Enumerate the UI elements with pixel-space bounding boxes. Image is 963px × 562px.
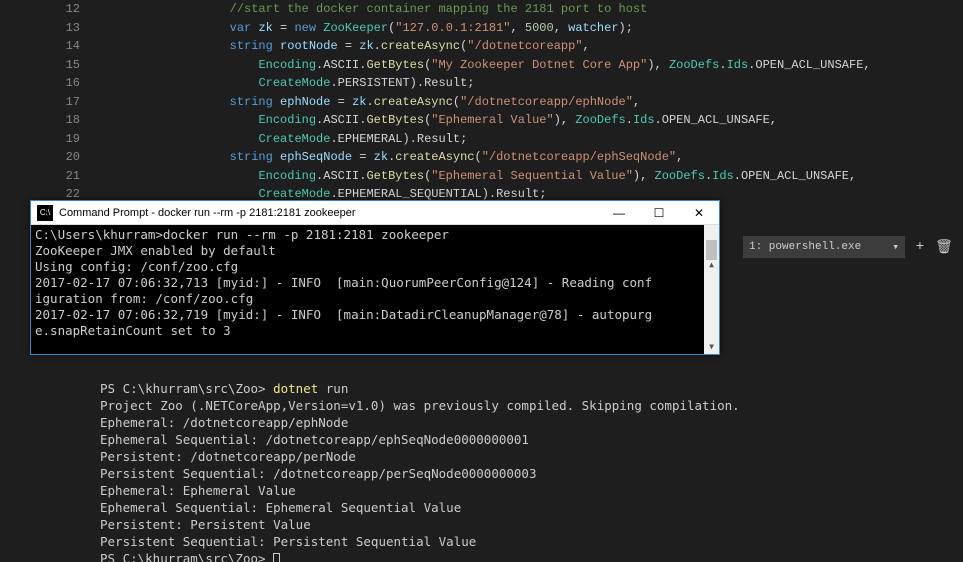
terminal-selector-label: 1: powershell.exe [749, 241, 861, 253]
terminal-line: Persistent Sequential: /dotnetcoreapp/pe… [100, 465, 953, 482]
cmd-output[interactable]: C:\Users\khurram>docker run --rm -p 2181… [31, 225, 719, 354]
terminal-line: Persistent: Persistent Value [100, 516, 953, 533]
terminal-line: Ephemeral Sequential: /dotnetcoreapp/eph… [100, 431, 953, 448]
terminal-line: Ephemeral Sequential: Ephemeral Sequenti… [100, 499, 953, 516]
code-editor[interactable]: 1213141516171819202122 //start the docke… [0, 0, 963, 210]
terminal-line: Persistent Sequential: Persistent Sequen… [100, 533, 953, 550]
code-line[interactable]: CreateMode.PERSISTENT).Result; [100, 74, 963, 93]
cmd-icon: C:\ [37, 205, 53, 221]
line-number: 12 [0, 0, 80, 19]
command-prompt-window[interactable]: C:\ Command Prompt - docker run --rm -p … [30, 200, 720, 355]
code-line[interactable]: //start the docker container mapping the… [100, 0, 963, 19]
code-line[interactable]: Encoding.ASCII.GetBytes("My Zookeeper Do… [100, 56, 963, 75]
line-number: 20 [0, 148, 80, 167]
code-line[interactable]: string rootNode = zk.createAsync("/dotne… [100, 37, 963, 56]
code-line[interactable]: Encoding.ASCII.GetBytes("Ephemeral Seque… [100, 167, 963, 186]
integrated-terminal[interactable]: PS C:\khurram\src\Zoo> dotnet runProject… [100, 380, 953, 562]
terminal-tab-bar: 1: powershell.exe ▾ + 🗑 [743, 236, 953, 258]
line-number: 17 [0, 93, 80, 112]
code-area[interactable]: //start the docker container mapping the… [100, 0, 963, 210]
terminal-line: Persistent: /dotnetcoreapp/perNode [100, 448, 953, 465]
cmd-title: Command Prompt - docker run --rm -p 2181… [59, 207, 599, 219]
code-line[interactable]: CreateMode.EPHEMERAL).Result; [100, 130, 963, 149]
chevron-down-icon: ▾ [892, 240, 899, 254]
new-terminal-button[interactable]: + [911, 236, 929, 258]
terminal-selector[interactable]: 1: powershell.exe ▾ [743, 236, 905, 258]
close-button[interactable]: ✕ [679, 201, 719, 224]
terminal-line: PS C:\khurram\src\Zoo> [100, 550, 953, 562]
line-number: 14 [0, 37, 80, 56]
cmd-text: C:\Users\khurram>docker run --rm -p 2181… [35, 227, 715, 339]
line-number: 16 [0, 74, 80, 93]
minimize-button[interactable]: — [599, 201, 639, 224]
code-line[interactable]: Encoding.ASCII.GetBytes("Ephemeral Value… [100, 111, 963, 130]
line-gutter: 1213141516171819202122 [0, 0, 100, 210]
code-line[interactable]: string ephNode = zk.createAsync("/dotnet… [100, 93, 963, 112]
cmd-scrollbar[interactable]: ▲ ▼ [704, 225, 719, 354]
line-number: 15 [0, 56, 80, 75]
line-number: 21 [0, 167, 80, 186]
line-number: 19 [0, 130, 80, 149]
kill-terminal-button[interactable]: 🗑 [935, 236, 953, 258]
cmd-titlebar[interactable]: C:\ Command Prompt - docker run --rm -p … [31, 201, 719, 225]
line-number: 13 [0, 19, 80, 38]
terminal-cursor [273, 553, 280, 562]
code-line[interactable]: string ephSeqNode = zk.createAsync("/dot… [100, 148, 963, 167]
line-number: 18 [0, 111, 80, 130]
terminal-line: Ephemeral: Ephemeral Value [100, 482, 953, 499]
scroll-thumb[interactable] [706, 240, 717, 260]
terminal-line: PS C:\khurram\src\Zoo> dotnet run [100, 380, 953, 397]
terminal-line: Ephemeral: /dotnetcoreapp/ephNode [100, 414, 953, 431]
code-line[interactable]: var zk = new ZooKeeper("127.0.0.1:2181",… [100, 19, 963, 38]
scroll-down-icon[interactable]: ▼ [704, 339, 719, 354]
terminal-line: Project Zoo (.NETCoreApp,Version=v1.0) w… [100, 397, 953, 414]
maximize-button[interactable]: ☐ [639, 201, 679, 224]
